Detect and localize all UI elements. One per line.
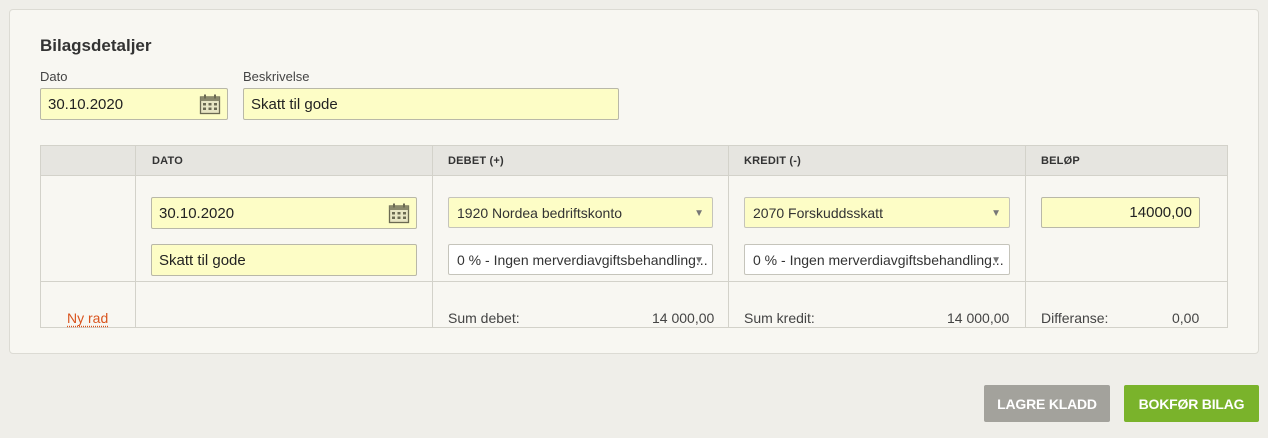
- post-voucher-button[interactable]: BOKFØR BILAG: [1124, 385, 1259, 422]
- column-header-amount: BELØP: [1041, 155, 1080, 167]
- sum-credit-value: 14 000,00: [947, 310, 1010, 326]
- row-date-value: 30.10.2020: [159, 204, 235, 222]
- amount-value: 14000,00: [1129, 204, 1192, 221]
- row-description-value: Skatt til gode: [159, 251, 246, 269]
- page-title: Bilagsdetaljer: [40, 36, 152, 55]
- chevron-down-icon: ▼: [991, 208, 1001, 219]
- row-divider: [41, 281, 1227, 282]
- sum-credit-label: Sum kredit:: [744, 310, 815, 326]
- debit-vat-select[interactable]: 0 % - Ingen merverdiavgiftsbehandling...…: [448, 244, 713, 275]
- sum-debit-label: Sum debet:: [448, 310, 520, 326]
- chevron-down-icon: ▼: [694, 255, 704, 266]
- table-header: DATO DEBET (+) KREDIT (-) BELØP: [41, 146, 1227, 176]
- new-row-link[interactable]: Ny rad: [67, 310, 108, 326]
- sum-debit-value: 14 000,00: [652, 310, 715, 326]
- debit-vat-value: 0 % - Ingen merverdiavgiftsbehandling...: [457, 251, 708, 268]
- column-divider: [432, 146, 433, 327]
- row-date-field[interactable]: 30.10.2020: [151, 197, 417, 229]
- column-header-debit: DEBET (+): [448, 155, 504, 167]
- description-field[interactable]: Skatt til gode: [243, 88, 619, 120]
- difference-label: Differanse:: [1041, 310, 1109, 326]
- entry-table: DATO DEBET (+) KREDIT (-) BELØP 30.10.20…: [40, 145, 1228, 328]
- credit-account-value: 2070 Forskuddsskatt: [753, 204, 883, 221]
- save-draft-button[interactable]: LAGRE KLADD: [984, 385, 1110, 422]
- date-field[interactable]: 30.10.2020: [40, 88, 228, 120]
- row-description-field[interactable]: Skatt til gode: [151, 244, 417, 276]
- debit-account-select[interactable]: 1920 Nordea bedriftskonto ▼: [448, 197, 713, 228]
- description-label: Beskrivelse: [243, 69, 310, 84]
- column-header-credit: KREDIT (-): [744, 155, 801, 167]
- column-divider: [728, 146, 729, 327]
- credit-account-select[interactable]: 2070 Forskuddsskatt ▼: [744, 197, 1010, 228]
- credit-vat-value: 0 % - Ingen merverdiavgiftsbehandling...: [753, 251, 1004, 268]
- column-divider: [135, 146, 136, 327]
- debit-account-value: 1920 Nordea bedriftskonto: [457, 204, 622, 221]
- calendar-icon[interactable]: [388, 203, 410, 224]
- voucher-details-card: Bilagsdetaljer Dato 30.10.2020 Beskrivel…: [9, 9, 1259, 354]
- chevron-down-icon: ▼: [991, 255, 1001, 266]
- calendar-icon[interactable]: [199, 94, 221, 115]
- date-value: 30.10.2020: [48, 95, 124, 113]
- amount-field[interactable]: 14000,00: [1041, 197, 1200, 228]
- column-divider: [1025, 146, 1026, 327]
- credit-vat-select[interactable]: 0 % - Ingen merverdiavgiftsbehandling...…: [744, 244, 1010, 275]
- difference-value: 0,00: [1172, 310, 1200, 326]
- date-label: Dato: [40, 69, 68, 84]
- chevron-down-icon: ▼: [694, 208, 704, 219]
- description-value: Skatt til gode: [251, 95, 338, 113]
- column-header-date: DATO: [152, 155, 183, 167]
